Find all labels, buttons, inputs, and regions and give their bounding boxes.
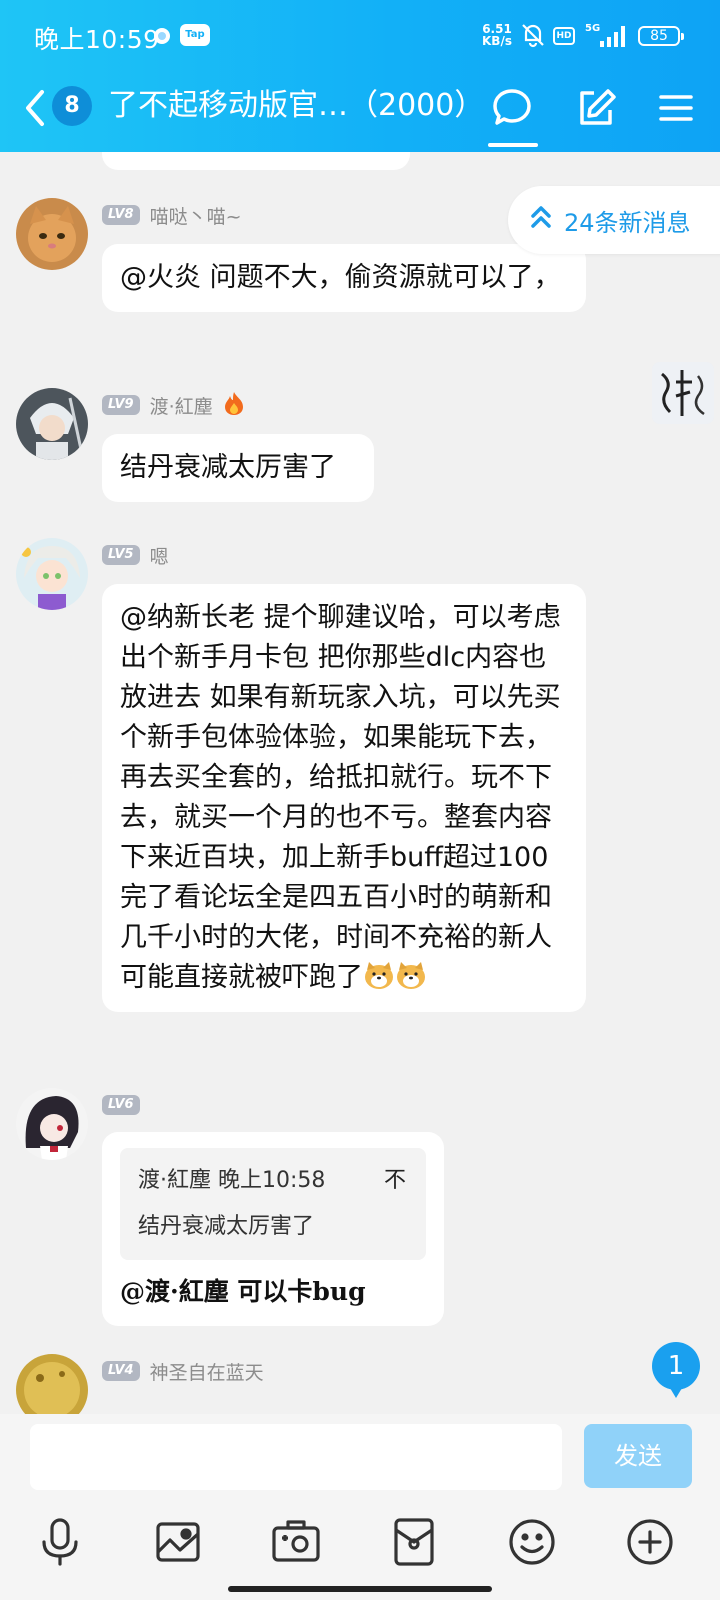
quoted-message[interactable]: 渡·紅塵 晚上10:58 结丹衰减太厉害了 不 [120,1148,426,1260]
nav-bar: 8 了不起移动版官…（2000） [0,72,720,152]
menu-icon[interactable] [654,86,698,130]
unread-count-badge[interactable]: 8 [52,86,92,126]
send-button[interactable]: 发送 [584,1424,692,1488]
message-input[interactable] [30,1424,562,1490]
message-text: @纳新长老 提个聊建议哈，可以考虑出个新手月卡包 把你那些dlc内容也放进去 如… [120,602,561,993]
nickname[interactable]: 嗯 [150,542,169,569]
chat-area[interactable]: LV8 喵哒丶喵~ @火炎 问题不大，偷资源就可以了， 24条新消息 LV9 渡… [0,152,720,1414]
message-meta: LV6 [102,1094,150,1116]
yellow-avatar[interactable] [16,1354,88,1414]
quote-text: 结丹衰减太厉害了 [138,1214,315,1239]
new-messages-button[interactable]: 24条新消息 [508,186,720,254]
quote-header: 渡·紅塵 晚上10:58 [138,1168,326,1193]
double-chevron-up-icon [530,204,552,236]
message-bubble[interactable]: @火炎 问题不大，偷资源就可以了， [102,244,586,312]
dark-hair-girl-avatar[interactable] [16,1088,88,1160]
emoji-icon[interactable] [504,1514,560,1570]
status-bar: 晚上10:59 Tap 6.51 KB/s HD 5G 85 [0,0,720,72]
message-meta: LV8 喵哒丶喵~ [102,202,242,229]
camera-icon[interactable] [268,1514,324,1570]
level-badge: LV9 [102,395,140,415]
back-icon[interactable] [20,88,50,128]
home-indicator[interactable] [228,1586,492,1592]
image-icon[interactable] [150,1514,206,1570]
status-time: 晚上10:59 [34,25,160,54]
nickname[interactable]: 渡·紅塵 [150,392,213,419]
input-area: 发送 [0,1414,720,1600]
chat-bubble-icon[interactable] [490,86,534,130]
nickname[interactable]: 神圣自在蓝天 [150,1358,264,1385]
group-title[interactable]: 了不起移动版官…（2000） [108,86,468,126]
app-notification-icon [152,26,172,50]
battery-indicator: 85 [638,26,684,46]
red-packet-icon[interactable] [386,1514,442,1570]
quote-close-label[interactable]: 不 [384,1158,406,1204]
doge-emoji [363,962,395,993]
anime-swordsman-avatar[interactable] [16,388,88,460]
fire-icon [223,390,245,420]
message-bubble[interactable]: 结丹衰减太厉害了 [102,434,374,502]
message-meta: LV4 神圣自在蓝天 [102,1358,264,1385]
active-tab-indicator [488,143,538,147]
level-badge: LV6 [102,1095,140,1115]
microphone-icon[interactable] [32,1514,88,1570]
cat-avatar[interactable] [16,198,88,270]
header: 晚上10:59 Tap 6.51 KB/s HD 5G 85 8 了不起移动版官… [0,0,720,152]
level-badge: LV8 [102,205,140,225]
signal-icon [598,24,628,52]
level-badge: LV5 [102,545,140,565]
hd-icon: HD [553,27,575,45]
message-bubble[interactable]: @纳新长老 提个聊建议哈，可以考虑出个新手月卡包 把你那些dlc内容也放进去 如… [102,584,586,1012]
calligraphy-thumbnail[interactable] [652,362,714,424]
reply-bubble[interactable]: 渡·紅塵 晚上10:58 结丹衰减太厉害了 不 @渡·紅塵 可以卡bug [102,1132,444,1326]
floating-count-badge[interactable]: 1 [652,1342,700,1398]
tap-app-icon: Tap [180,24,210,46]
level-badge: LV4 [102,1361,140,1381]
anime-girl-avatar[interactable] [16,538,88,610]
message-meta: LV5 嗯 [102,542,169,569]
previous-message-bubble [102,152,410,170]
mute-bell-icon [520,22,546,52]
new-messages-label: 24条新消息 [564,208,691,237]
message-meta: LV9 渡·紅塵 [102,392,245,419]
nickname[interactable]: 喵哒丶喵~ [150,202,242,229]
net-speed: 6.51 KB/s [482,22,512,48]
input-toolbar [0,1514,720,1574]
doge-emoji [395,962,427,993]
edit-icon[interactable] [574,86,618,130]
reply-text: @渡·紅塵 可以卡bug [120,1277,366,1306]
plus-icon[interactable] [622,1514,678,1570]
